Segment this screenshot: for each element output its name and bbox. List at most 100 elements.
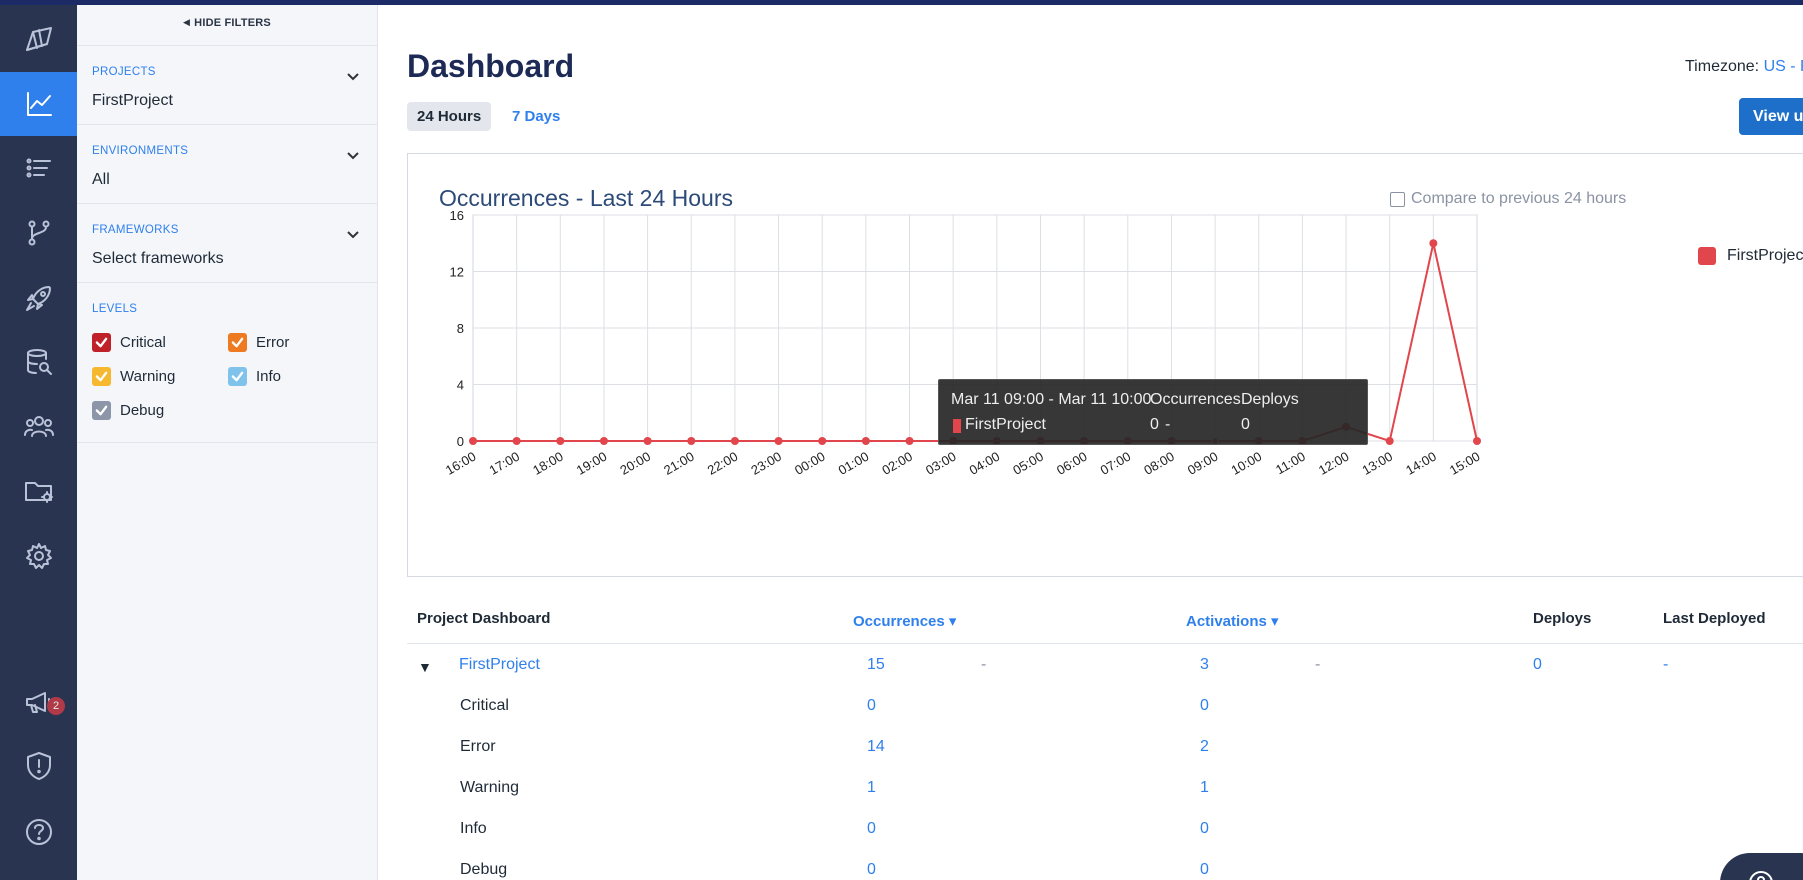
- table-row-error-occurrences[interactable]: 14: [867, 738, 885, 756]
- x-tick-label: 05:00: [1010, 449, 1046, 478]
- chevron-down-icon[interactable]: [347, 147, 359, 160]
- announcements-icon[interactable]: 2: [0, 670, 77, 734]
- main-content: Dashboard Timezone: US - P 24 Hours 7 Da…: [378, 0, 1803, 880]
- frameworks-filter-title: FRAMEWORKS: [92, 224, 179, 236]
- x-tick-label: 16:00: [443, 449, 479, 478]
- data-point: [469, 437, 477, 445]
- y-tick-label: 12: [450, 265, 464, 280]
- x-tick-label: 00:00: [792, 449, 828, 478]
- checkbox-icon[interactable]: [1390, 191, 1405, 207]
- chart-legend[interactable]: FirstProject: [1698, 247, 1803, 265]
- project-occurrences[interactable]: 15: [867, 656, 885, 674]
- notification-badge: 2: [47, 697, 65, 715]
- x-tick-label: 23:00: [748, 449, 784, 478]
- help-icon[interactable]: [0, 800, 77, 864]
- view-button[interactable]: View u: [1739, 98, 1803, 135]
- items-icon[interactable]: [0, 136, 77, 200]
- checkmark-icon[interactable]: [228, 333, 247, 352]
- level-error-label: Error: [256, 334, 290, 351]
- timezone-value[interactable]: US - P: [1764, 58, 1803, 75]
- help-chat-icon: [1749, 871, 1773, 880]
- table-row-debug-occurrences[interactable]: 0: [867, 861, 876, 879]
- logo-icon[interactable]: [0, 8, 77, 72]
- occurrences-sort-header[interactable]: Occurrences ▾: [853, 612, 956, 630]
- tooltip-deploys-value: 0: [1241, 416, 1250, 433]
- table-row-info-activations[interactable]: 0: [1200, 820, 1209, 838]
- versions-icon[interactable]: [0, 201, 77, 265]
- checkmark-icon[interactable]: [92, 333, 111, 352]
- table-row-warning-occurrences[interactable]: 1: [867, 779, 876, 797]
- level-warning-checkbox[interactable]: Warning: [92, 367, 228, 386]
- chart-tooltip: Mar 11 09:00 - Mar 11 10:00 Occurrences …: [938, 379, 1368, 445]
- help-chat-button[interactable]: [1720, 853, 1803, 880]
- data-point: [687, 437, 696, 445]
- collapse-toggle-icon[interactable]: ▼: [418, 659, 432, 675]
- x-tick-label: 14:00: [1403, 449, 1439, 478]
- data-point: [512, 437, 521, 445]
- table-row-debug-label: Debug: [460, 861, 508, 878]
- x-tick-label: 17:00: [486, 449, 522, 478]
- project-deploys[interactable]: 0: [1533, 656, 1542, 674]
- checkmark-icon[interactable]: [92, 401, 111, 420]
- occurrences-chart[interactable]: 048121616:00 17:00 18:00 19:00 20:00 21:00 22:…: [408, 154, 1803, 578]
- chevron-down-icon[interactable]: [347, 68, 359, 81]
- levels-filter: LEVELS Critical Error Warning Info Debug: [77, 283, 377, 443]
- project-link[interactable]: FirstProject: [459, 656, 540, 674]
- dashboard-icon[interactable]: [0, 72, 77, 136]
- level-critical-checkbox[interactable]: Critical: [92, 333, 228, 352]
- tooltip-occurrences-value: 0: [1150, 416, 1159, 433]
- project-last-deployed[interactable]: -: [1663, 656, 1668, 674]
- table-row-error-activations[interactable]: 2: [1200, 738, 1209, 756]
- x-tick-label: 02:00: [879, 449, 915, 478]
- table-row-info-occurrences[interactable]: 0: [867, 820, 876, 838]
- level-debug-checkbox[interactable]: Debug: [92, 401, 228, 420]
- range-24h-button[interactable]: 24 Hours: [407, 102, 492, 131]
- activations-sort-header[interactable]: Activations ▾: [1186, 612, 1279, 630]
- rql-icon[interactable]: [0, 330, 77, 394]
- compare-previous-checkbox[interactable]: Compare to previous 24 hours: [1390, 190, 1626, 208]
- table-row-critical-activations[interactable]: 0: [1200, 697, 1209, 715]
- occurrences-chart-card: 0 4 8 12 16 16:00 17:00 18:00 19:00 20:00 21:00 22:…: [407, 153, 1803, 577]
- chevron-down-icon[interactable]: [347, 226, 359, 239]
- tooltip-range: Mar 11 09:00 - Mar 11 10:00: [951, 391, 1152, 408]
- x-tick-label: 04:00: [967, 449, 1003, 478]
- legend-label: FirstProject: [1727, 247, 1803, 264]
- level-info-checkbox[interactable]: Info: [228, 367, 358, 386]
- x-tick-label: 06:00: [1054, 449, 1090, 478]
- hide-filters-button[interactable]: ◀ HIDE FILTERS: [77, 0, 377, 46]
- tooltip-deploys-header: Deploys: [1241, 391, 1299, 408]
- environments-filter[interactable]: ENVIRONMENTS All: [77, 125, 377, 204]
- security-icon[interactable]: [0, 734, 77, 798]
- table-row-critical-occurrences[interactable]: 0: [867, 697, 876, 715]
- frameworks-filter[interactable]: FRAMEWORKS Select frameworks: [77, 204, 377, 283]
- x-tick-label: 07:00: [1098, 449, 1134, 478]
- table-divider: [407, 643, 1803, 644]
- x-tick-label: 21:00: [661, 449, 697, 478]
- table-row-critical-label: Critical: [460, 697, 509, 714]
- timezone-selector[interactable]: Timezone: US - P: [1685, 58, 1803, 76]
- data-point: [1473, 437, 1481, 445]
- settings-icon[interactable]: [0, 524, 77, 588]
- x-tick-label: 01:00: [836, 449, 872, 478]
- range-7d-button[interactable]: 7 Days: [502, 102, 570, 131]
- table-row-debug-activations[interactable]: 0: [1200, 861, 1209, 879]
- deploys-icon[interactable]: [0, 266, 77, 330]
- x-tick-label: 11:00: [1273, 449, 1308, 478]
- projects-icon[interactable]: [0, 459, 77, 523]
- top-accent-bar: [0, 0, 1803, 5]
- data-point: [818, 437, 827, 445]
- project-activations[interactable]: 3: [1200, 656, 1209, 674]
- checkmark-icon[interactable]: [228, 367, 247, 386]
- checkmark-icon[interactable]: [92, 367, 111, 386]
- environments-filter-title: ENVIRONMENTS: [92, 145, 189, 157]
- project-dashboard-header: Project Dashboard: [417, 610, 551, 627]
- people-icon[interactable]: [0, 394, 77, 458]
- data-point: [643, 437, 652, 445]
- data-point: [774, 437, 783, 445]
- level-error-checkbox[interactable]: Error: [228, 333, 358, 352]
- table-row-warning-activations[interactable]: 1: [1200, 779, 1209, 797]
- data-point: [861, 437, 870, 445]
- projects-filter[interactable]: PROJECTS FirstProject: [77, 46, 377, 125]
- level-warning-label: Warning: [120, 368, 176, 385]
- hide-filters-label: HIDE FILTERS: [194, 16, 271, 29]
